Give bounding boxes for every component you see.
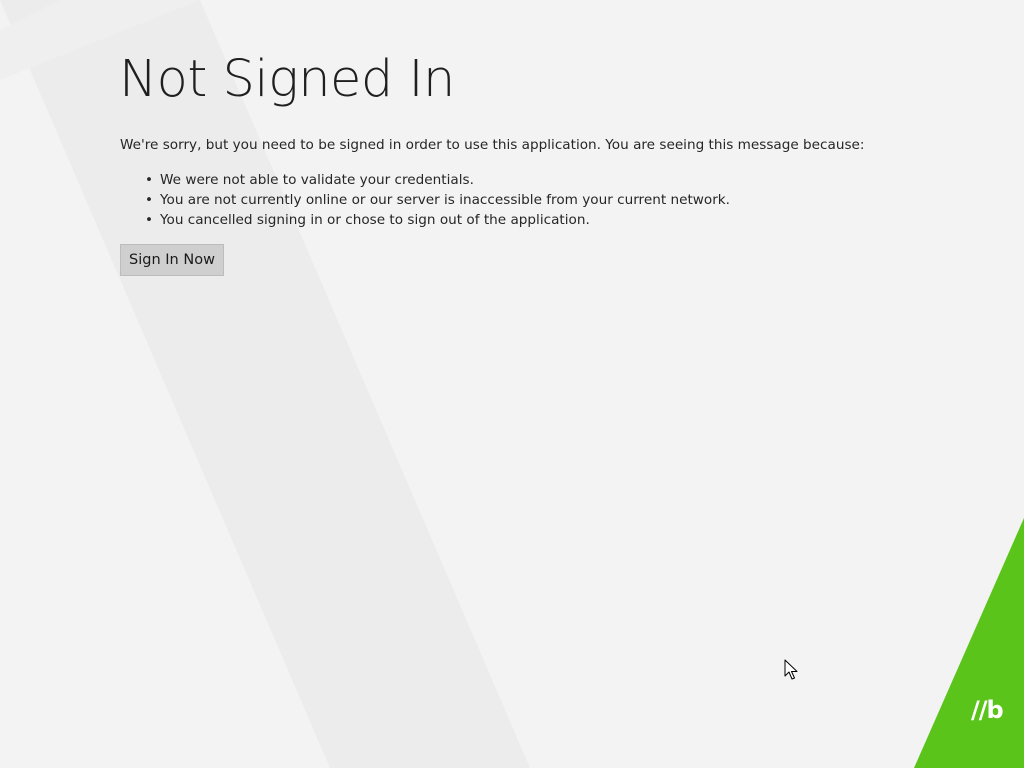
reason-text: We were not able to validate your creden…: [160, 172, 474, 188]
bullet-icon: •: [145, 192, 154, 208]
reason-list: • We were not able to validate your cred…: [145, 170, 730, 230]
brand-logo: //b: [971, 696, 1004, 724]
sign-in-button[interactable]: Sign In Now: [120, 244, 224, 276]
reason-text: You are not currently online or our serv…: [160, 192, 730, 208]
brand-corner-triangle: [914, 518, 1024, 768]
list-item: • You cancelled signing in or chose to s…: [145, 210, 730, 230]
background-stripe: [0, 0, 530, 768]
reason-text: You cancelled signing in or chose to sig…: [160, 212, 590, 228]
app-screen: //b Not Signed In We're sorry, but you n…: [0, 0, 1024, 768]
page-title: Not Signed In: [119, 50, 455, 109]
error-message: We're sorry, but you need to be signed i…: [120, 137, 865, 153]
list-item: • We were not able to validate your cred…: [145, 170, 730, 190]
list-item: • You are not currently online or our se…: [145, 190, 730, 210]
arrow-cursor-icon: [784, 659, 798, 680]
bullet-icon: •: [145, 172, 154, 188]
bullet-icon: •: [145, 212, 154, 228]
